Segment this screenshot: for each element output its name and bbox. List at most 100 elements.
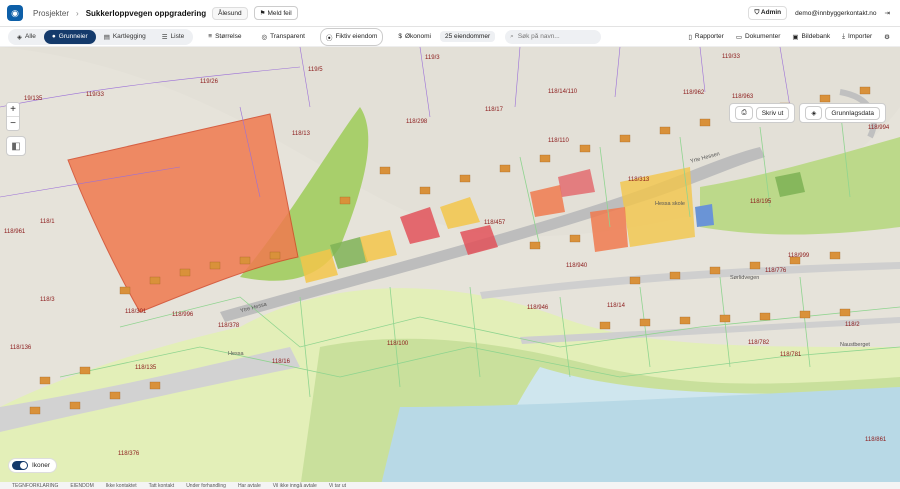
parcel-label[interactable]: 118/136 xyxy=(10,345,31,351)
image-icon: ▣ xyxy=(792,33,799,41)
flag-icon: ⚑ xyxy=(259,10,266,17)
parcel-label[interactable]: 118/17 xyxy=(485,107,503,113)
folder-icon: ▭ xyxy=(735,33,742,41)
chevron-right-icon: › xyxy=(76,8,79,18)
tab-mapping[interactable]: ▤ Kartlegging xyxy=(96,30,154,44)
eye-icon: ◎ xyxy=(261,33,268,41)
size-button[interactable]: ≡ Størrelse xyxy=(203,30,246,43)
layer-switcher-button[interactable]: ◧ xyxy=(6,136,26,156)
image-bank-button[interactable]: ▣ Bildebank xyxy=(792,33,830,41)
parcel-label[interactable]: 119/33 xyxy=(722,54,740,60)
parcel-label[interactable]: 118/14/110 xyxy=(548,89,577,95)
users-icon: ● xyxy=(51,33,56,40)
shield-icon: ⛉ xyxy=(754,9,760,16)
parcel-label[interactable]: 118/946 xyxy=(527,305,548,311)
legend-item: Tatt kontakt xyxy=(148,482,175,489)
parcel-label[interactable]: 118/378 xyxy=(218,323,239,329)
base-data-label: Grunnlagsdata xyxy=(825,106,880,120)
settings-gear-icon[interactable]: ⚙ xyxy=(884,33,890,41)
view-tabs: ◈ Alle ● Grunneier ▤ Kartlegging ☰ Liste xyxy=(8,28,194,45)
report-bug-button[interactable]: ⚑ Meld feil xyxy=(253,6,298,20)
parcel-label[interactable]: 19/135 xyxy=(24,96,42,102)
parcel-label[interactable]: 118/298 xyxy=(406,119,427,125)
parcel-label[interactable]: 118/457 xyxy=(484,220,505,226)
tab-all-label: Alle xyxy=(25,33,36,40)
search-input[interactable] xyxy=(517,33,590,40)
list-icon: ☰ xyxy=(161,33,168,41)
parcel-label[interactable]: 119/5 xyxy=(308,67,323,73)
parcel-label[interactable]: 118/110 xyxy=(548,138,569,144)
parcel-label[interactable]: 119/33 xyxy=(86,92,104,98)
parcel-label[interactable]: 118/940 xyxy=(566,263,587,269)
parcel-label[interactable]: 118/963 xyxy=(732,94,753,100)
map-canvas[interactable]: + − ◧ ⎙ Skriv ut ◈ Grunnlagsdata 19/135 11… xyxy=(0,47,900,489)
report-bug-label: Meld feil xyxy=(267,9,292,17)
parcel-label[interactable]: 118/14 xyxy=(607,303,625,309)
icons-toggle[interactable]: Ikoner xyxy=(8,458,58,473)
import-button[interactable]: ⤓ Importer xyxy=(842,33,872,41)
size-label: Størrelse xyxy=(215,33,242,40)
parcel-label[interactable]: 118/135 xyxy=(135,365,156,371)
legend-item: Ikke kontaktet xyxy=(105,482,137,489)
parcel-label[interactable]: 118/994 xyxy=(868,125,889,131)
parcel-label[interactable]: 118/996 xyxy=(172,312,193,318)
print-button[interactable]: ⎙ Skriv ut xyxy=(729,103,796,123)
parcel-label[interactable]: 118/16 xyxy=(272,359,290,365)
project-title: Sukkerloppvegen oppgradering xyxy=(85,8,207,18)
zoom-in-button[interactable]: + xyxy=(7,103,19,116)
legend-item: Vil ikke inngå avtale xyxy=(272,482,317,489)
import-label: Importer xyxy=(847,33,873,40)
image-bank-label: Bildebank xyxy=(801,33,831,40)
legend-title: TEGNFORKLARING xyxy=(12,482,59,489)
economy-button[interactable]: $ Økonomi xyxy=(393,30,436,43)
parcel-label[interactable]: 119/3 xyxy=(425,55,440,61)
breadcrumb-projects[interactable]: Prosjekter xyxy=(33,9,69,18)
fictive-label: Fiktiv eiendom xyxy=(335,33,378,40)
user-email: demo@innbyggerkontakt.no xyxy=(795,9,877,17)
fictive-property-button[interactable]: ⦿ Fiktiv eiendom xyxy=(319,27,384,46)
base-data-button[interactable]: ◈ Grunnlagsdata xyxy=(799,103,886,123)
document-icon: ▯ xyxy=(688,33,692,41)
documents-label: Dokumenter xyxy=(744,33,781,40)
transparent-label: Transparent xyxy=(270,33,305,40)
parcel-label[interactable]: 118/3 xyxy=(40,297,55,303)
economy-label: Økonomi xyxy=(404,33,431,40)
tab-all[interactable]: ◈ Alle xyxy=(9,30,44,44)
road-label: Hessa skole xyxy=(655,201,685,207)
transparent-button[interactable]: ◎ Transparent xyxy=(256,30,309,44)
road-label: Sørlidvegen xyxy=(730,275,760,281)
layers-stack-icon: ◧ xyxy=(11,140,21,152)
parcel-label[interactable]: 118/781 xyxy=(780,352,801,358)
parcel-label[interactable]: 118/999 xyxy=(788,253,809,259)
parcel-label[interactable]: 118/301 xyxy=(125,309,146,315)
legend-section: EIENDOM xyxy=(70,482,94,489)
parcel-label[interactable]: 118/376 xyxy=(118,451,139,457)
parcel-label[interactable]: 118/782 xyxy=(748,340,769,346)
parcel-label[interactable]: 118/776 xyxy=(765,268,786,274)
parcel-label[interactable]: 118/961 xyxy=(4,229,25,235)
search-box: ⌕ xyxy=(505,29,602,44)
role-badge[interactable]: ⛉ Admin xyxy=(748,6,788,20)
documents-button[interactable]: ▭ Dokumenter xyxy=(736,33,781,41)
sliders-icon: ≡ xyxy=(208,33,213,40)
parcel-label[interactable]: 118/861 xyxy=(865,437,886,443)
parcel-label[interactable]: 118/13 xyxy=(292,131,310,137)
toggle-switch[interactable] xyxy=(12,461,28,470)
parcel-label[interactable]: 118/313 xyxy=(628,177,649,183)
zoom-out-button[interactable]: − xyxy=(7,116,19,130)
legend-item: Under forhandling xyxy=(186,482,226,489)
app-logo-icon[interactable]: ◉ xyxy=(7,5,23,21)
dollar-icon: $ xyxy=(398,33,402,40)
parcel-label[interactable]: 118/1 xyxy=(40,219,55,225)
pin-icon: ⦿ xyxy=(325,34,333,42)
parcel-label[interactable]: 118/100 xyxy=(387,341,408,347)
municipality-badge: Ålesund xyxy=(212,6,248,20)
parcel-label[interactable]: 119/26 xyxy=(200,79,218,85)
reports-button[interactable]: ▯ Rapporter xyxy=(688,33,723,41)
parcel-label[interactable]: 118/962 xyxy=(683,90,704,96)
parcel-label[interactable]: 118/2 xyxy=(845,322,860,328)
tab-list[interactable]: ☰ Liste xyxy=(154,30,193,44)
parcel-label[interactable]: 118/195 xyxy=(750,199,771,205)
tab-owners[interactable]: ● Grunneier xyxy=(43,29,96,44)
logout-icon[interactable]: ⇥ xyxy=(885,9,890,17)
